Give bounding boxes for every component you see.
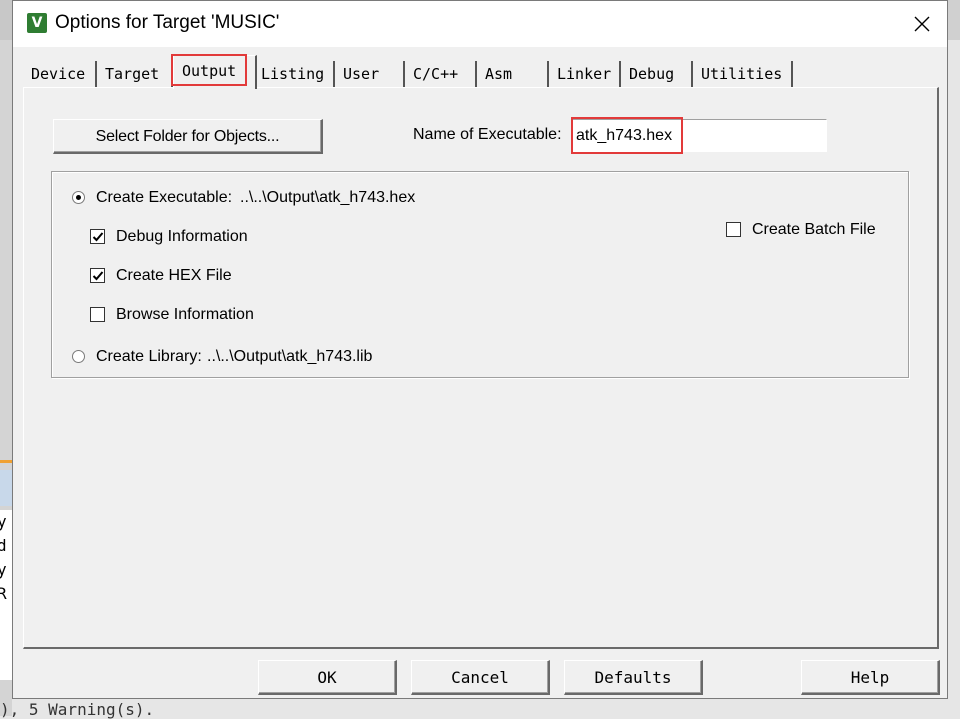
debug-information-label: Debug Information (116, 228, 248, 245)
options-dialog: V Options for Target 'MUSIC' Device Targ… (12, 0, 948, 699)
create-executable-radio[interactable] (72, 191, 85, 204)
tab-c-cpp[interactable]: C/C++ (405, 61, 477, 87)
tab-user[interactable]: User (335, 61, 405, 87)
create-executable-label: Create Executable: (96, 189, 233, 206)
create-batch-file-label: Create Batch File (752, 221, 876, 238)
cancel-button[interactable]: Cancel (411, 660, 550, 695)
background-build-output: y d y R (0, 510, 12, 680)
background-window-fragment (0, 0, 12, 40)
tab-debug[interactable]: Debug (621, 61, 693, 87)
checkmark-icon (92, 232, 104, 242)
create-library-radio[interactable] (72, 350, 85, 363)
defaults-button[interactable]: Defaults (564, 660, 703, 695)
background-build-summary: ), 5 Warning(s). (0, 700, 155, 719)
close-button[interactable] (907, 10, 937, 38)
output-options-group: Create Executable: ..\..\Output\atk_h743… (51, 171, 909, 378)
tab-linker[interactable]: Linker (549, 61, 621, 87)
console-line: R (0, 584, 7, 603)
create-hex-label: Create HEX File (116, 267, 232, 284)
close-icon (914, 16, 930, 32)
browse-information-checkbox[interactable] (90, 307, 105, 322)
create-library-label: Create Library: (96, 348, 202, 365)
console-line: y (0, 512, 7, 531)
tab-output[interactable]: Output (173, 55, 257, 89)
name-of-executable-input[interactable] (571, 119, 827, 152)
tab-listing[interactable]: Listing (253, 61, 335, 87)
create-executable-path: ..\..\Output\atk_h743.hex (240, 189, 416, 206)
select-folder-button[interactable]: Select Folder for Objects... (53, 119, 323, 154)
tab-asm[interactable]: Asm (477, 61, 549, 87)
name-of-executable-label: Name of Executable: (413, 126, 562, 143)
ok-button[interactable]: OK (258, 660, 397, 695)
background-toolbar-fragment (0, 470, 12, 506)
tab-target[interactable]: Target (97, 61, 173, 87)
tab-utilities[interactable]: Utilities (693, 61, 793, 87)
browse-information-label: Browse Information (116, 306, 254, 323)
create-hex-checkbox[interactable] (90, 268, 105, 283)
title-bar[interactable]: V Options for Target 'MUSIC' (13, 1, 947, 47)
background-accent-line (0, 460, 12, 463)
console-line: y (0, 560, 7, 579)
dialog-title: Options for Target 'MUSIC' (55, 12, 280, 33)
checkmark-icon (92, 271, 104, 281)
uvision-icon: V (27, 13, 47, 33)
debug-information-checkbox[interactable] (90, 229, 105, 244)
create-library-path: ..\..\Output\atk_h743.lib (207, 348, 373, 365)
background-window-fragment (948, 0, 960, 40)
tab-device[interactable]: Device (23, 61, 97, 87)
create-batch-file-checkbox[interactable] (726, 222, 741, 237)
help-button[interactable]: Help (801, 660, 940, 695)
console-line: d (0, 536, 7, 555)
